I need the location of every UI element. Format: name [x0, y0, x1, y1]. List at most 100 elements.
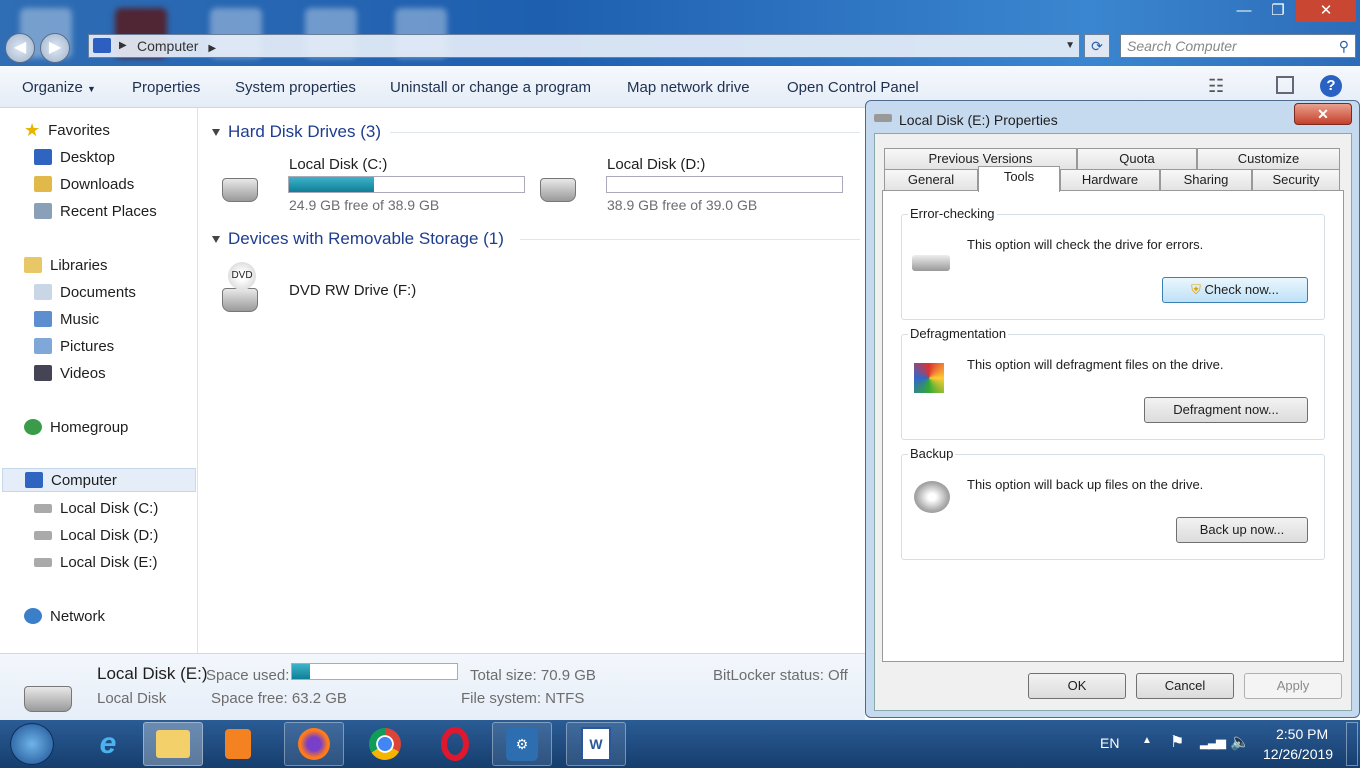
sidebar-item-downloads[interactable]: Downloads: [34, 172, 134, 196]
chrome-icon[interactable]: [355, 722, 415, 766]
drive-usage-bar: [606, 176, 843, 193]
apply-button[interactable]: Apply: [1244, 673, 1342, 699]
tools-tab-panel: Error-checking This option will check th…: [882, 190, 1344, 662]
address-bar[interactable]: ▶ Computer ▶ ▼: [88, 34, 1080, 58]
drive-item-d[interactable]: Local Disk (D:) 38.9 GB free of 39.0 GB: [540, 156, 850, 216]
ok-button[interactable]: OK: [1028, 673, 1126, 699]
sidebar-item-libraries[interactable]: Libraries: [24, 253, 108, 277]
network-signal-icon[interactable]: ▂▃▅: [1200, 734, 1226, 750]
taskbar: e ⚙ W EN ▲ ⚑ ▂▃▅ 🔈 2:50 PM 12/26/2019: [0, 720, 1360, 768]
bitlocker-status: BitLocker status: Off: [713, 667, 848, 684]
tab-sharing[interactable]: Sharing: [1160, 169, 1252, 191]
windows-explorer-taskbar[interactable]: [143, 722, 203, 766]
dialog-close-button[interactable]: ✕: [1294, 103, 1352, 125]
search-input[interactable]: Search Computer ⚲: [1120, 34, 1356, 58]
preview-pane-icon[interactable]: [1276, 76, 1294, 94]
desktop-icon: [34, 149, 52, 165]
action-center-icon[interactable]: ⚑: [1170, 732, 1184, 752]
search-placeholder: Search Computer: [1127, 38, 1237, 54]
internet-explorer-icon[interactable]: e: [78, 722, 138, 766]
opera-icon[interactable]: [425, 722, 485, 766]
sidebar-item-videos[interactable]: Videos: [34, 361, 106, 385]
selected-drive-type: Local Disk: [97, 690, 167, 707]
uninstall-program-button[interactable]: Uninstall or change a program: [390, 79, 591, 96]
maximize-button[interactable]: ❐: [1262, 0, 1294, 22]
star-icon: ★: [24, 119, 41, 140]
view-options-icon[interactable]: ☷: [1208, 76, 1224, 97]
sidebar-item-music[interactable]: Music: [34, 307, 99, 331]
group-legend: Defragmentation: [908, 326, 1009, 341]
tab-general[interactable]: General: [884, 169, 978, 191]
language-indicator[interactable]: EN: [1100, 735, 1119, 751]
sidebar-item-recent-places[interactable]: Recent Places: [34, 199, 157, 223]
hard-disk-drives-header[interactable]: Hard Disk Drives (3): [212, 122, 381, 142]
organize-menu[interactable]: Organize ▼: [22, 79, 96, 96]
forward-button[interactable]: ▶: [40, 33, 70, 63]
map-network-drive-button[interactable]: Map network drive: [627, 79, 750, 96]
sidebar-item-computer[interactable]: Computer: [2, 468, 196, 492]
drive-icon: [874, 114, 892, 122]
open-control-panel-button[interactable]: Open Control Panel: [787, 79, 919, 96]
sidebar-item-homegroup[interactable]: Homegroup: [24, 415, 128, 439]
check-now-button[interactable]: ⛨ Check now...: [1162, 277, 1308, 303]
sidebar-item-desktop[interactable]: Desktop: [34, 145, 115, 169]
start-button[interactable]: [10, 723, 54, 765]
drive-icon: [34, 503, 52, 513]
shield-icon: ⛨: [1191, 282, 1201, 297]
minimize-button[interactable]: —: [1228, 0, 1260, 22]
tab-tools[interactable]: Tools: [978, 166, 1060, 192]
videos-icon: [34, 365, 52, 381]
clock-date[interactable]: 12/26/2019: [1263, 746, 1333, 762]
sidebar-item-local-disk-d[interactable]: Local Disk (D:): [34, 523, 158, 547]
divider: [520, 239, 860, 240]
breadcrumb-computer[interactable]: Computer: [137, 38, 198, 54]
sidebar-item-pictures[interactable]: Pictures: [34, 334, 114, 358]
collapse-icon: [212, 129, 220, 137]
dvd-drive-icon: [222, 288, 258, 312]
group-description: This option will back up files on the dr…: [967, 477, 1204, 492]
hard-drive-icon: [24, 686, 72, 712]
properties-button[interactable]: Properties: [132, 79, 200, 96]
show-hidden-icons-button[interactable]: ▲: [1142, 735, 1152, 746]
navigation-pane: ★ Favorites Desktop Downloads Recent Plac…: [0, 108, 198, 653]
dvd-drive-item[interactable]: DVD DVD RW Drive (F:): [222, 262, 472, 318]
defragment-now-button[interactable]: Defragment now...: [1144, 397, 1308, 423]
system-properties-button[interactable]: System properties: [235, 79, 356, 96]
chevron-down-icon[interactable]: ▼: [1065, 35, 1075, 57]
sidebar-item-favorites[interactable]: ★ Favorites: [24, 118, 110, 142]
removable-storage-header[interactable]: Devices with Removable Storage (1): [212, 229, 504, 249]
properties-dialog: Local Disk (E:) Properties ✕ Previous Ve…: [865, 100, 1360, 718]
clock-time[interactable]: 2:50 PM: [1276, 726, 1328, 742]
drive-icon: [34, 530, 52, 540]
word-icon[interactable]: W: [566, 722, 626, 766]
refresh-button[interactable]: ⟳: [1084, 34, 1110, 58]
tab-security[interactable]: Security: [1252, 169, 1340, 191]
sidebar-item-local-disk-c[interactable]: Local Disk (C:): [34, 496, 158, 520]
total-size: Total size: 70.9 GB: [470, 667, 596, 684]
back-up-now-button[interactable]: Back up now...: [1176, 517, 1308, 543]
drive-item-c[interactable]: Local Disk (C:) 24.9 GB free of 38.9 GB: [222, 156, 525, 216]
volume-muted-icon[interactable]: 🔈: [1230, 732, 1250, 752]
documents-icon: [34, 284, 52, 300]
firefox-icon[interactable]: [284, 722, 344, 766]
help-icon[interactable]: ?: [1320, 75, 1342, 97]
pictures-icon: [34, 338, 52, 354]
space-used-bar: [291, 663, 458, 680]
recent-places-icon: [34, 203, 52, 219]
media-player-icon[interactable]: [208, 722, 268, 766]
tab-customize[interactable]: Customize: [1197, 148, 1340, 170]
selected-drive-name: Local Disk (E:): [97, 664, 208, 683]
close-button[interactable]: ✕: [1296, 0, 1356, 22]
sidebar-item-documents[interactable]: Documents: [34, 280, 136, 304]
backup-icon: [914, 481, 950, 513]
show-desktop-button[interactable]: [1346, 722, 1358, 766]
settings-app-icon[interactable]: ⚙: [492, 722, 552, 766]
sidebar-item-network[interactable]: Network: [24, 604, 105, 628]
tab-hardware[interactable]: Hardware: [1060, 169, 1160, 191]
space-free: Space free: 63.2 GB: [211, 690, 347, 707]
back-button[interactable]: ◀: [5, 33, 35, 63]
tab-quota[interactable]: Quota: [1077, 148, 1197, 170]
cancel-button[interactable]: Cancel: [1136, 673, 1234, 699]
sidebar-item-local-disk-e[interactable]: Local Disk (E:): [34, 550, 158, 574]
hard-drive-icon: [540, 178, 576, 202]
